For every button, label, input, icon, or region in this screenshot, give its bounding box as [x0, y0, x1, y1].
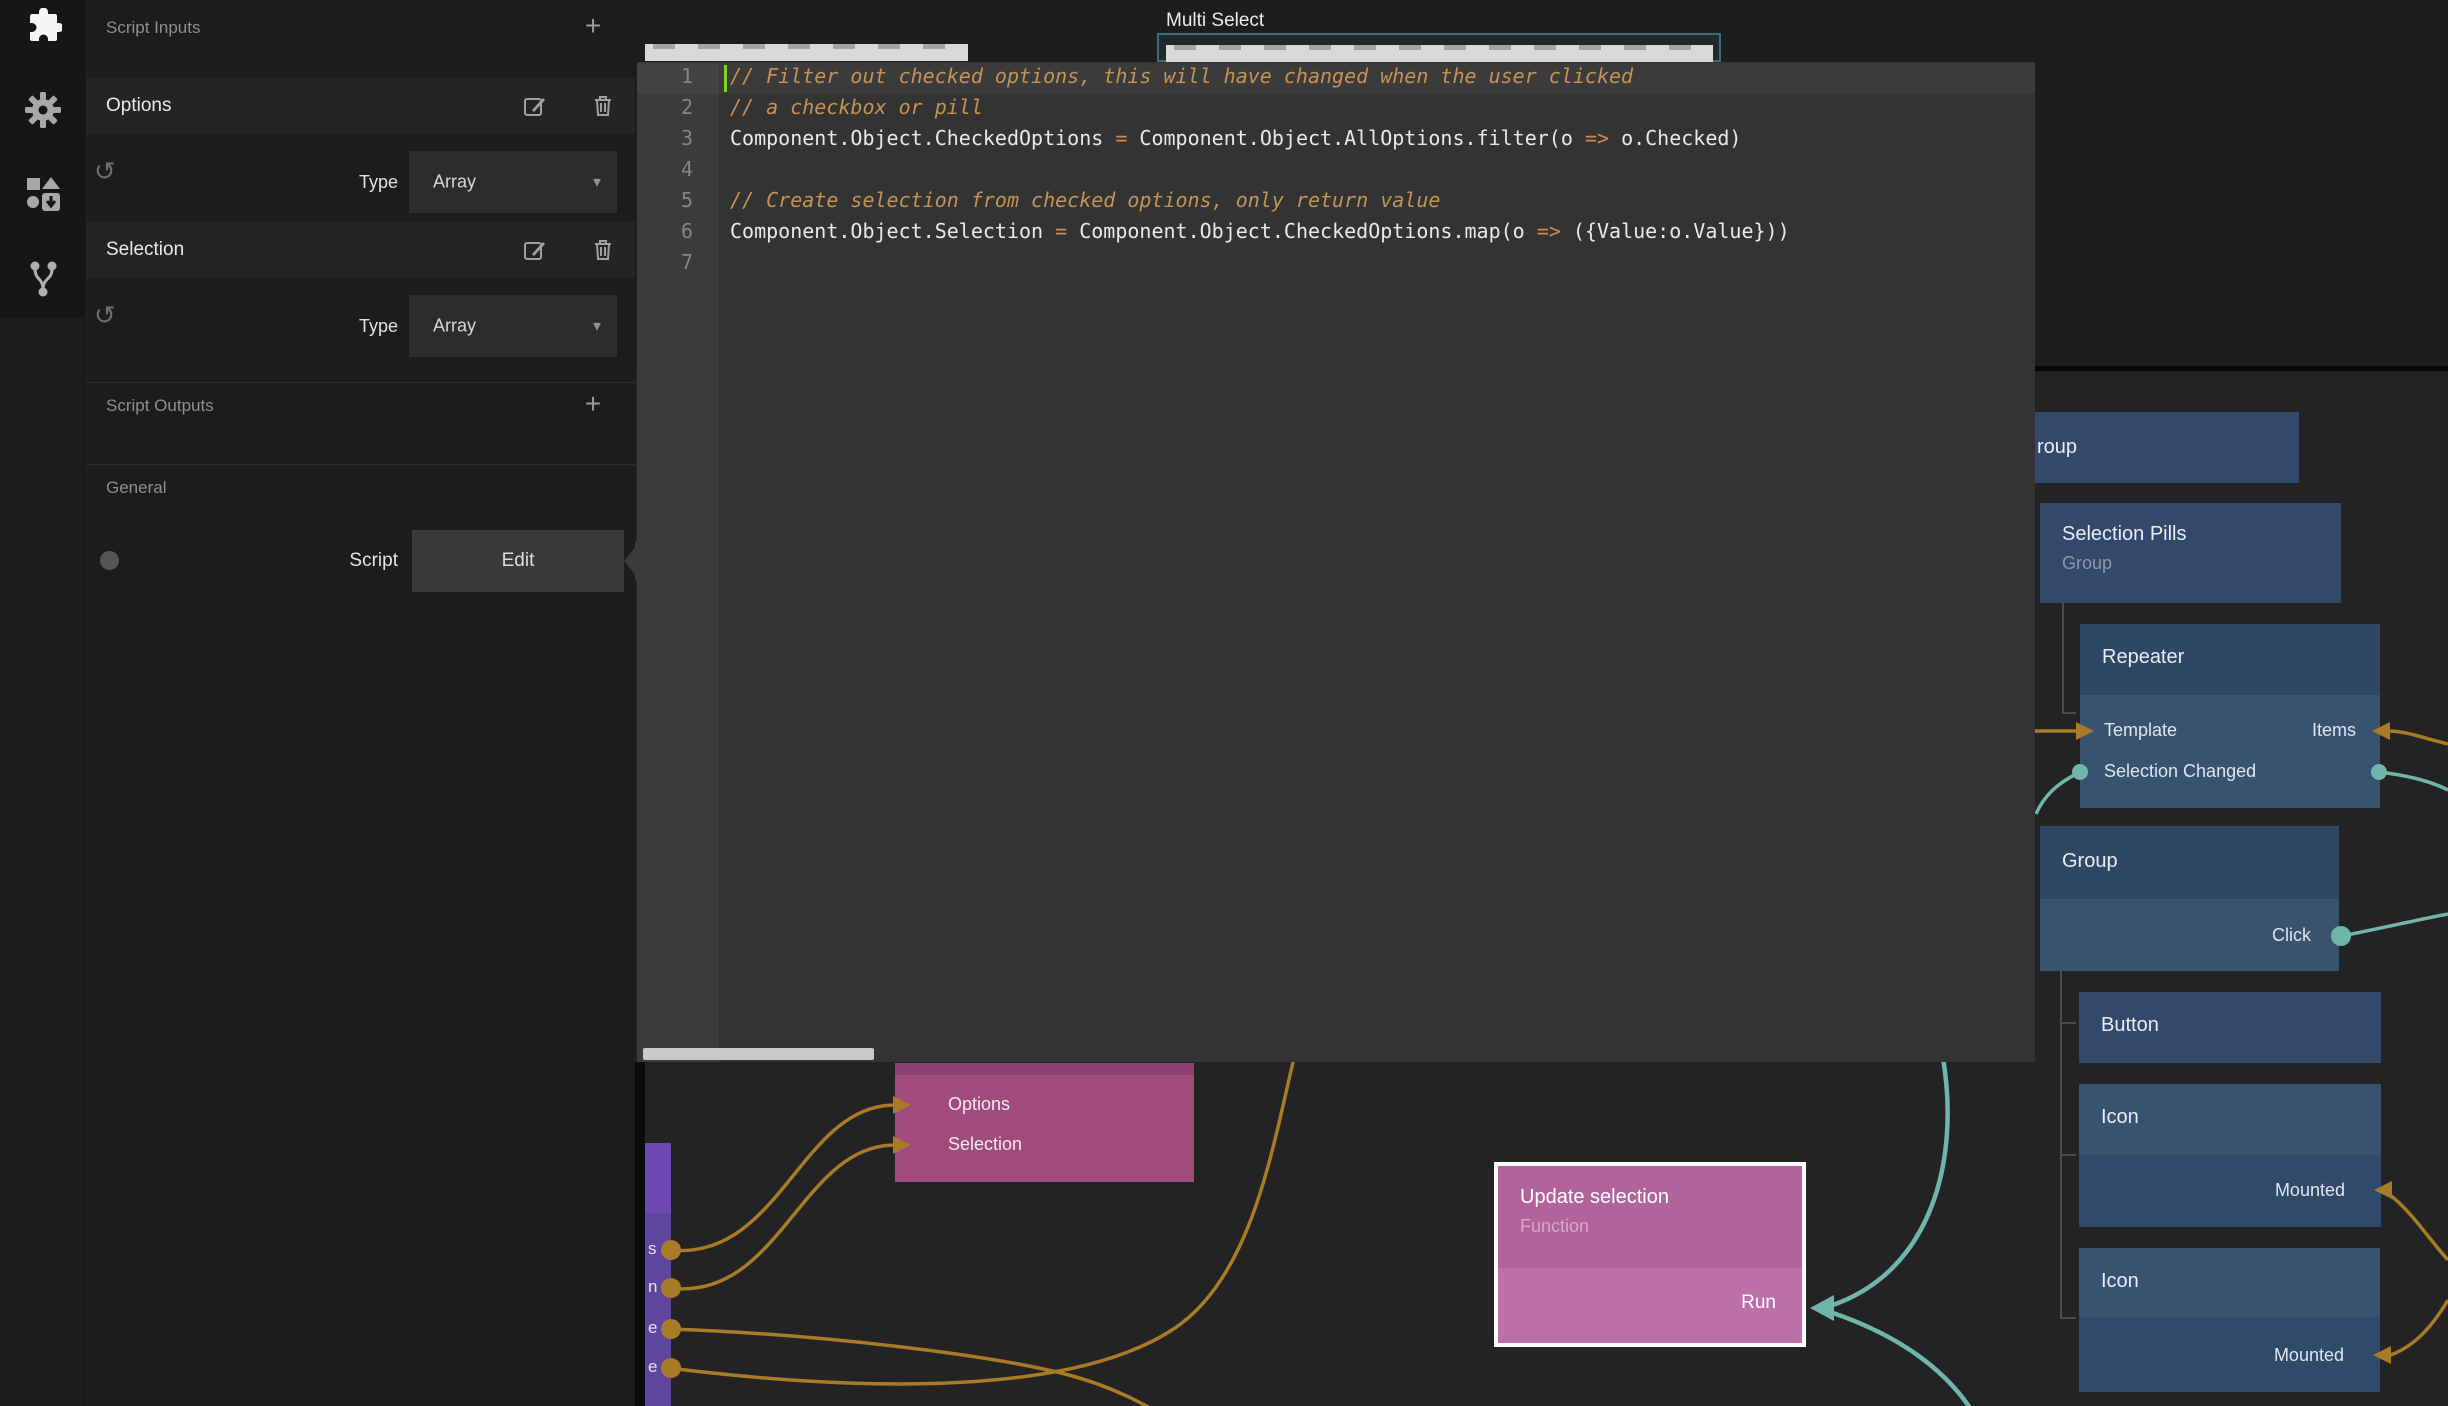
- general-header: General: [106, 478, 166, 498]
- reset-type-icon[interactable]: ↻: [94, 300, 116, 331]
- line-number: 3: [637, 126, 693, 150]
- code-text: // Create selection from checked options…: [730, 188, 1440, 212]
- edit-pencil-icon[interactable]: [523, 94, 547, 118]
- type-dropdown-selection[interactable]: Array ▾: [409, 295, 617, 357]
- node-button[interactable]: Button: [2079, 992, 2381, 1063]
- edit-pencil-icon[interactable]: [523, 238, 547, 262]
- port-selection-changed[interactable]: Selection Changed: [2104, 761, 2256, 782]
- version-control-branch-icon[interactable]: [24, 256, 62, 298]
- line-number: 4: [637, 157, 693, 181]
- port-items[interactable]: Items: [2312, 720, 2356, 741]
- script-property-label: Script: [316, 550, 398, 572]
- node-title: Button: [2101, 1014, 2159, 1037]
- node-repeater[interactable]: Repeater Template Items Selection Change…: [2080, 624, 2380, 808]
- preview-element-bar: [645, 44, 968, 61]
- code-text: Component.Object.Selection = Component.O…: [730, 219, 1790, 243]
- node-header-strip: [895, 1063, 1194, 1075]
- node-options-object[interactable]: Options Selection: [895, 1063, 1194, 1182]
- connection-dot[interactable]: [100, 551, 119, 570]
- text-caret: [724, 65, 727, 92]
- sidebar-lower-area: [0, 318, 85, 1406]
- type-dropdown-options[interactable]: Array ▾: [409, 151, 617, 213]
- node-purple-clipped-header: [645, 1143, 671, 1213]
- node-title: Group: [2062, 850, 2118, 873]
- script-outputs-header: Script Outputs: [106, 396, 214, 416]
- inspector-panel: Script Inputs + Options ↻ Type Array ▾ S…: [86, 0, 635, 1406]
- node-icon-1[interactable]: Icon Mounted: [2079, 1084, 2381, 1227]
- node-body: [2080, 695, 2380, 808]
- input-row-selection[interactable]: Selection: [86, 222, 635, 278]
- delete-trash-icon[interactable]: [591, 94, 615, 118]
- node-title: Selection Pills: [2062, 523, 2187, 546]
- port-click[interactable]: Click: [2272, 925, 2311, 946]
- port-mounted[interactable]: Mounted: [2274, 1345, 2344, 1366]
- clipped-port-label: e: [648, 1318, 657, 1338]
- node-selection-pills[interactable]: Selection Pills Group: [2040, 503, 2341, 603]
- code-text: // a checkbox or pill: [730, 95, 983, 119]
- node-title: Update selection: [1520, 1186, 1669, 1209]
- code-line: 5 // Create selection from checked option…: [637, 188, 2035, 219]
- code-line: 7: [637, 250, 2035, 281]
- node-title: Repeater: [2102, 646, 2184, 669]
- code-line: 6 Component.Object.Selection = Component.…: [637, 219, 2035, 250]
- chevron-down-icon: ▾: [593, 316, 601, 336]
- node-purple-clipped[interactable]: s n e e: [645, 1143, 671, 1406]
- node-icon-2[interactable]: Icon Mounted: [2079, 1248, 2380, 1392]
- editor-pointer-triangle: [624, 540, 641, 582]
- code-line: 4: [637, 157, 2035, 188]
- line-number: 7: [637, 250, 693, 274]
- reset-type-icon[interactable]: ↻: [94, 156, 116, 187]
- add-script-input-button[interactable]: +: [580, 14, 606, 40]
- edit-script-button[interactable]: Edit: [412, 530, 624, 592]
- node-update-selection[interactable]: Update selection Function Run: [1494, 1162, 1806, 1347]
- components-shapes-icon[interactable]: [24, 175, 62, 213]
- line-number: 5: [637, 188, 693, 212]
- script-inputs-header: Script Inputs: [106, 18, 201, 38]
- code-text: // Filter out checked options, this will…: [730, 64, 1633, 88]
- node-subtitle: Function: [1520, 1216, 1589, 1237]
- preview-canvas-divider: [2035, 366, 2448, 371]
- section-divider: [86, 464, 635, 465]
- activity-sidebar: [0, 0, 87, 1406]
- script-editor[interactable]: 1 // Filter out checked options, this wil…: [637, 62, 2035, 1062]
- section-divider: [86, 382, 635, 383]
- add-script-output-button[interactable]: +: [580, 392, 606, 418]
- code-text: Component.Object.CheckedOptions = Compon…: [730, 126, 1741, 150]
- code-line: 2 // a checkbox or pill: [637, 95, 2035, 126]
- code-line: 3 Component.Object.CheckedOptions = Compo…: [637, 126, 2035, 157]
- port-mounted[interactable]: Mounted: [2275, 1180, 2345, 1201]
- type-label: Type: [316, 172, 398, 193]
- clipped-port-label: e: [648, 1357, 657, 1377]
- port-run[interactable]: Run: [1741, 1292, 1776, 1314]
- clipped-port-label: s: [648, 1239, 657, 1259]
- chevron-down-icon: ▾: [593, 172, 601, 192]
- node-title: Icon: [2101, 1270, 2139, 1293]
- node-group[interactable]: Group Click: [2040, 826, 2339, 971]
- port-options[interactable]: Options: [948, 1094, 1010, 1115]
- clipped-port-label: n: [648, 1277, 657, 1297]
- settings-gear-icon[interactable]: [24, 91, 62, 129]
- node-subtitle: Group: [2062, 553, 2112, 574]
- panel-canvas-seam: [635, 1062, 645, 1406]
- line-number: 6: [637, 219, 693, 243]
- node-group-clipped[interactable]: roup: [2035, 412, 2299, 483]
- type-label: Type: [316, 316, 398, 337]
- delete-trash-icon[interactable]: [591, 238, 615, 262]
- dropdown-value: Array: [433, 316, 476, 337]
- node-title: Icon: [2101, 1106, 2139, 1129]
- input-name-label: Options: [106, 95, 171, 117]
- port-selection[interactable]: Selection: [948, 1134, 1022, 1155]
- input-row-options[interactable]: Options: [86, 78, 635, 134]
- app-window: Multi Select s n e e roup Se: [0, 0, 2448, 1406]
- code-line: 1 // Filter out checked options, this wil…: [637, 64, 2035, 95]
- input-name-label: Selection: [106, 239, 184, 261]
- node-title: roup: [2037, 436, 2077, 459]
- editor-horizontal-scrollbar[interactable]: [643, 1048, 874, 1060]
- port-template[interactable]: Template: [2104, 720, 2177, 741]
- line-number: 2: [637, 95, 693, 119]
- extensions-puzzle-icon[interactable]: [24, 8, 62, 46]
- line-number: 1: [637, 64, 693, 88]
- dropdown-value: Array: [433, 172, 476, 193]
- multi-select-preview-bar: [1166, 45, 1713, 62]
